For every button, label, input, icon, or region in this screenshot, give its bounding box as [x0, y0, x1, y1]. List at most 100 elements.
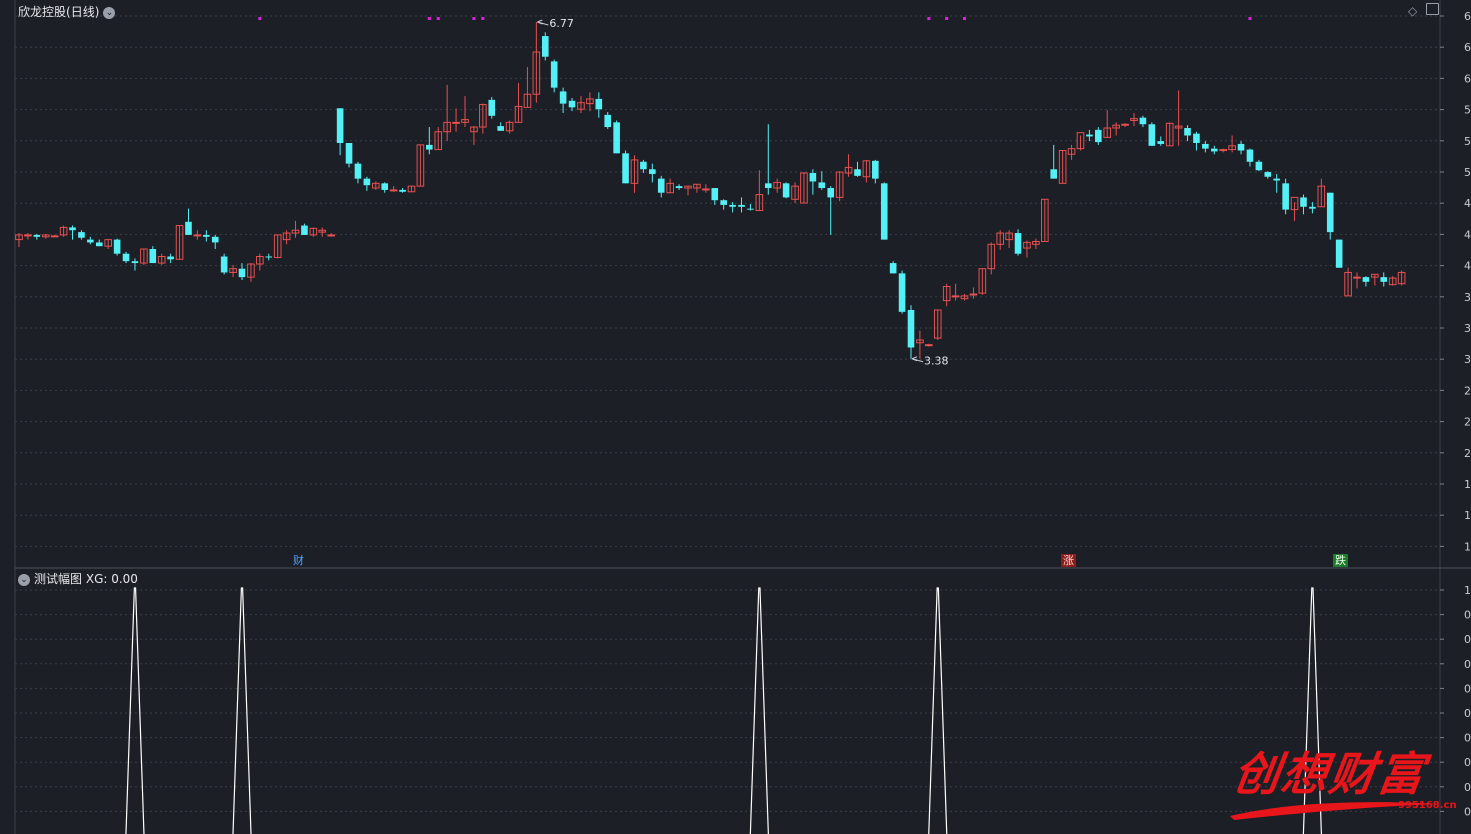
price-tick-label: 5	[1464, 104, 1471, 117]
candle-body	[131, 261, 139, 264]
candle	[854, 161, 861, 177]
candle-body	[1184, 127, 1191, 136]
candle	[203, 230, 210, 242]
candle-body	[818, 182, 826, 189]
candle-body	[167, 256, 174, 260]
price-tick-label: 3	[1464, 353, 1471, 366]
kline-chart: 1 0 0 0 0 0 0 0 0 0 6 6 6 5 5 5 4 4 4 3 3 3 2 2 2 1 1 1 6.77 3.38	[14, 0, 1471, 834]
candle-body	[389, 189, 398, 192]
watermark-logo: 创想财富 995168.cn	[1228, 738, 1457, 828]
candle	[157, 253, 166, 265]
indicator-title: ⌄ 测试幅图 XG: 0.00	[18, 570, 138, 587]
candle-body	[729, 204, 736, 207]
signal-dot	[481, 17, 485, 20]
candle	[933, 309, 942, 340]
candle	[167, 253, 174, 264]
candle-body	[738, 204, 745, 207]
candle-body	[1014, 233, 1022, 254]
candle-body	[1362, 277, 1370, 282]
candle	[1335, 239, 1343, 268]
candle-body	[559, 91, 567, 104]
candle	[399, 188, 406, 193]
candle-body	[1121, 123, 1129, 126]
price-tick-label: 5	[1464, 135, 1471, 148]
candle-body	[381, 183, 389, 190]
candle-body	[1255, 161, 1263, 171]
candle	[1058, 150, 1067, 184]
candle-body	[747, 208, 754, 210]
candle	[87, 236, 94, 245]
candle	[1388, 276, 1397, 286]
candle	[978, 268, 987, 295]
price-axis: 6 6 6 5 5 5 4 4 4 3 3 3 2 2 2 1 1 1	[1464, 10, 1471, 553]
chevron-down-icon[interactable]: ⌄	[103, 6, 116, 19]
candle	[1210, 145, 1218, 155]
price-tick-label: 1	[1464, 540, 1471, 553]
candle	[1371, 273, 1379, 286]
candle	[595, 92, 603, 118]
candle-body	[675, 186, 683, 189]
candle	[265, 253, 273, 261]
candle	[1300, 194, 1307, 215]
price-tick-label: 5	[1464, 166, 1471, 179]
candle-body	[1237, 143, 1245, 151]
candle-body	[613, 122, 620, 154]
candle	[220, 253, 228, 275]
chart-title: 欣龙控股(日线) ⌄	[18, 3, 116, 20]
candle	[1014, 229, 1022, 256]
candle-body	[1300, 197, 1307, 207]
extreme-arrow-icon	[537, 19, 549, 26]
candle	[59, 225, 68, 237]
signal-spike	[928, 587, 948, 834]
candle	[434, 127, 443, 151]
candle-body	[782, 183, 790, 198]
stock-name: 欣龙控股	[18, 5, 67, 19]
candle	[541, 32, 549, 61]
price-tick-label: 6	[1464, 72, 1471, 85]
candle-body	[149, 248, 157, 264]
price-tick-label: 2	[1464, 416, 1471, 429]
price-tick-label: 4	[1464, 260, 1471, 273]
price-tick-label: 1	[1464, 478, 1471, 491]
candle	[666, 178, 674, 194]
sub-tick-label: 1	[1464, 584, 1471, 597]
candle-body	[568, 100, 576, 108]
window-icon[interactable]	[1426, 3, 1439, 15]
candle	[1353, 272, 1361, 289]
candle-body	[336, 108, 344, 144]
candle-body	[399, 189, 406, 192]
marker-die: 跌	[1333, 554, 1348, 567]
sub-tick-label: 0	[1464, 756, 1471, 769]
candle	[131, 258, 139, 271]
candle	[95, 239, 103, 247]
candle-body	[1353, 276, 1361, 279]
signal-dot	[945, 17, 949, 20]
candle-body	[488, 99, 496, 116]
candle	[291, 220, 300, 238]
sub-chart	[125, 587, 1322, 834]
candle-body	[220, 256, 228, 273]
candle-body	[363, 178, 371, 186]
price-tick-label: 6	[1464, 10, 1471, 23]
candle	[140, 248, 148, 265]
candle	[800, 172, 808, 204]
candle-body	[1380, 277, 1388, 282]
signal-dots	[258, 17, 1252, 20]
sub-tick-label: 0	[1464, 707, 1471, 720]
candle	[175, 225, 184, 260]
chevron-down-icon[interactable]: ⌄	[18, 573, 30, 586]
candle	[862, 159, 871, 183]
candle-body	[854, 169, 861, 176]
candle-body	[354, 163, 362, 179]
candle	[1397, 270, 1406, 286]
candle-body	[1139, 117, 1147, 125]
diamond-icon[interactable]: ◇	[1408, 4, 1417, 18]
candle	[702, 184, 710, 193]
candle	[640, 159, 647, 174]
candle	[1157, 136, 1165, 146]
candle	[381, 182, 389, 193]
candle	[497, 122, 504, 131]
candle	[104, 239, 113, 249]
candle	[960, 294, 969, 301]
candle	[613, 120, 620, 154]
